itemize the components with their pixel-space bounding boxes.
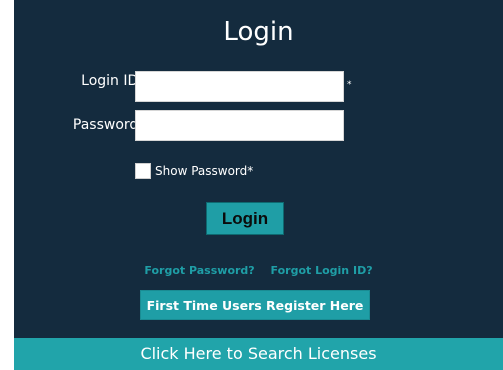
required-marker: * [347,80,352,90]
login-id-input[interactable] [135,71,344,102]
show-password-label[interactable]: Show Password* [155,163,253,179]
show-password-toggle[interactable]: Show Password* [135,162,253,180]
password-label: Password: [72,117,143,133]
password-input[interactable] [135,110,344,141]
login-panel: Login Login ID: * Password: Show Passwor… [14,0,503,370]
show-password-checkbox[interactable] [135,163,151,179]
forgot-password-link[interactable]: Forgot Password? [144,264,254,277]
register-button[interactable]: First Time Users Register Here [140,290,370,320]
forgot-login-id-link[interactable]: Forgot Login ID? [271,264,373,277]
login-title: Login [223,17,294,47]
login-button[interactable]: Login [206,202,284,235]
search-licenses-button[interactable]: Click Here to Search Licenses [14,338,503,370]
login-id-label: Login ID: [81,73,143,89]
recovery-links: Forgot Password? Forgot Login ID? [14,264,503,278]
